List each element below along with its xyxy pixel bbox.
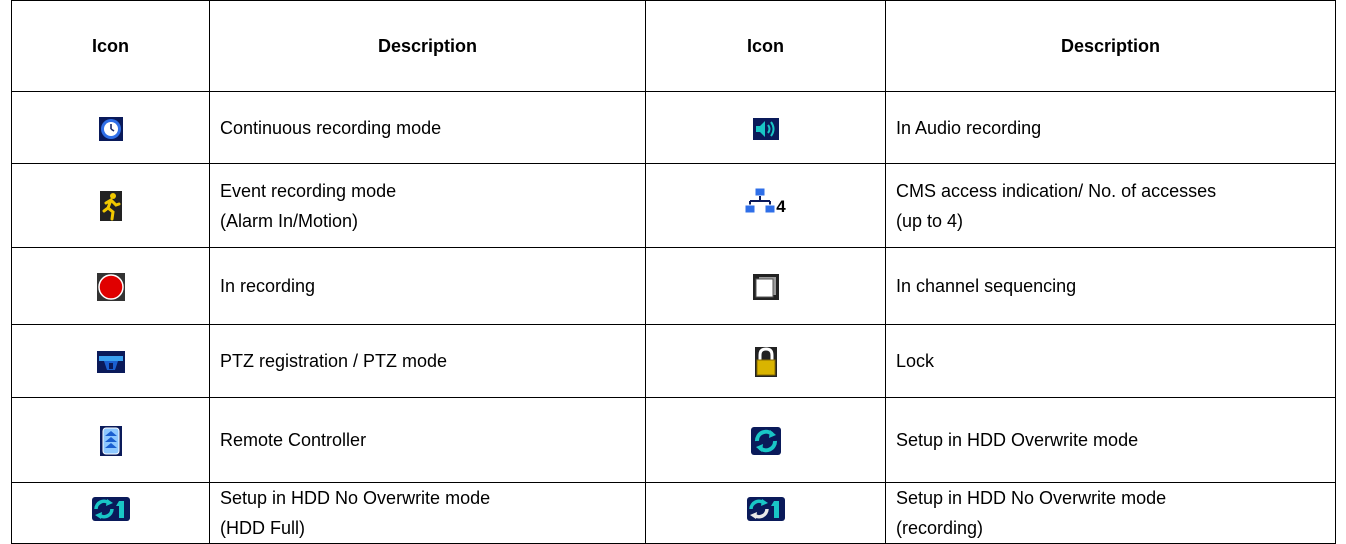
- lock-icon: [754, 346, 777, 377]
- table-row: In recording In channel sequencing: [11, 247, 1336, 325]
- description-cell: Continuous recording mode: [209, 91, 646, 164]
- icon-cell: [645, 397, 886, 483]
- description-text-line2: (Alarm In/Motion): [220, 210, 359, 231]
- description-text-line2: (HDD Full): [220, 518, 305, 538]
- description-text-line2: (recording): [896, 518, 984, 538]
- icon-cell: [11, 91, 210, 164]
- table-row: Continuous recording mode In Audio recor…: [11, 91, 1336, 164]
- table-row: Event recording mode (Alarm In/Motion) 4…: [11, 163, 1336, 248]
- description-text: CMS access indication/ No. of accesses: [896, 180, 1217, 201]
- icon-cell: [645, 324, 886, 398]
- icon-cell: [11, 324, 210, 398]
- icon-cell: [11, 247, 210, 325]
- description-text: In channel sequencing: [896, 276, 1077, 296]
- description-text: In recording: [220, 276, 316, 296]
- hdd-no-overwrite-recording-indicator: [746, 496, 785, 521]
- header-description-left: Description: [209, 0, 646, 92]
- description-text: Continuous recording mode: [220, 117, 442, 138]
- description-cell: Setup in HDD Overwrite mode: [885, 397, 1336, 483]
- description-cell: CMS access indication/ No. of accesses (…: [885, 163, 1336, 248]
- description-cell: Lock: [885, 324, 1336, 398]
- description-cell: Setup in HDD No Overwrite mode (recordin…: [885, 482, 1336, 544]
- remote-controller-icon: [99, 425, 122, 456]
- header-icon-right: Icon: [645, 0, 886, 92]
- description-cell: PTZ registration / PTZ mode: [209, 324, 646, 398]
- event-recording-running-man-icon: [99, 191, 122, 222]
- description-text: Remote Controller: [220, 430, 367, 450]
- description-text-line2: (up to 4): [896, 210, 964, 231]
- description-text: Lock: [896, 351, 935, 371]
- table-row: Setup in HDD No Overwrite mode (HDD Full…: [11, 482, 1336, 544]
- table-row: Remote Controller Setup in HDD Overwrite…: [11, 397, 1336, 483]
- cms-access-count: 4: [776, 197, 786, 216]
- channel-sequencing-icon: [752, 274, 779, 301]
- ptz-camera-icon: [96, 351, 125, 374]
- description-cell: Event recording mode (Alarm In/Motion): [209, 163, 646, 248]
- icon-cell: [11, 482, 210, 544]
- icon-description-table: Icon Description Icon Description Contin…: [11, 0, 1336, 544]
- description-cell: Setup in HDD No Overwrite mode (HDD Full…: [209, 482, 646, 544]
- description-text: Setup in HDD No Overwrite mode: [896, 488, 1167, 508]
- description-text: PTZ registration / PTZ mode: [220, 351, 448, 371]
- description-cell: In channel sequencing: [885, 247, 1336, 325]
- cms-network-icon: [745, 187, 776, 214]
- audio-speaker-icon: [752, 117, 779, 140]
- icon-cell: [11, 163, 210, 248]
- icon-cell: [645, 91, 886, 164]
- hdd-no-overwrite-full-indicator: [91, 496, 130, 521]
- icon-cell: [645, 247, 886, 325]
- recording-red-dot-icon: [96, 273, 125, 302]
- hdd-overwrite-icon: [750, 427, 781, 456]
- icon-cell: [645, 482, 886, 544]
- icon-cell: 4: [645, 163, 886, 248]
- description-text: In Audio recording: [896, 117, 1042, 138]
- header-description-right: Description: [885, 0, 1336, 92]
- continuous-recording-clock-icon: [98, 116, 123, 141]
- description-cell: In recording: [209, 247, 646, 325]
- hdd-no-overwrite-recording-icon: [746, 496, 785, 521]
- description-text: Event recording mode: [220, 180, 397, 201]
- cms-access-indicator: 4: [745, 187, 786, 216]
- table-header-row: Icon Description Icon Description: [11, 0, 1336, 92]
- header-icon-left: Icon: [11, 0, 210, 92]
- description-cell: Remote Controller: [209, 397, 646, 483]
- hdd-no-overwrite-full-icon: [91, 496, 130, 521]
- description-text: Setup in HDD Overwrite mode: [896, 430, 1139, 450]
- table-row: PTZ registration / PTZ mode Lock: [11, 324, 1336, 398]
- description-text: Setup in HDD No Overwrite mode: [220, 488, 491, 508]
- icon-cell: [11, 397, 210, 483]
- description-cell: In Audio recording: [885, 91, 1336, 164]
